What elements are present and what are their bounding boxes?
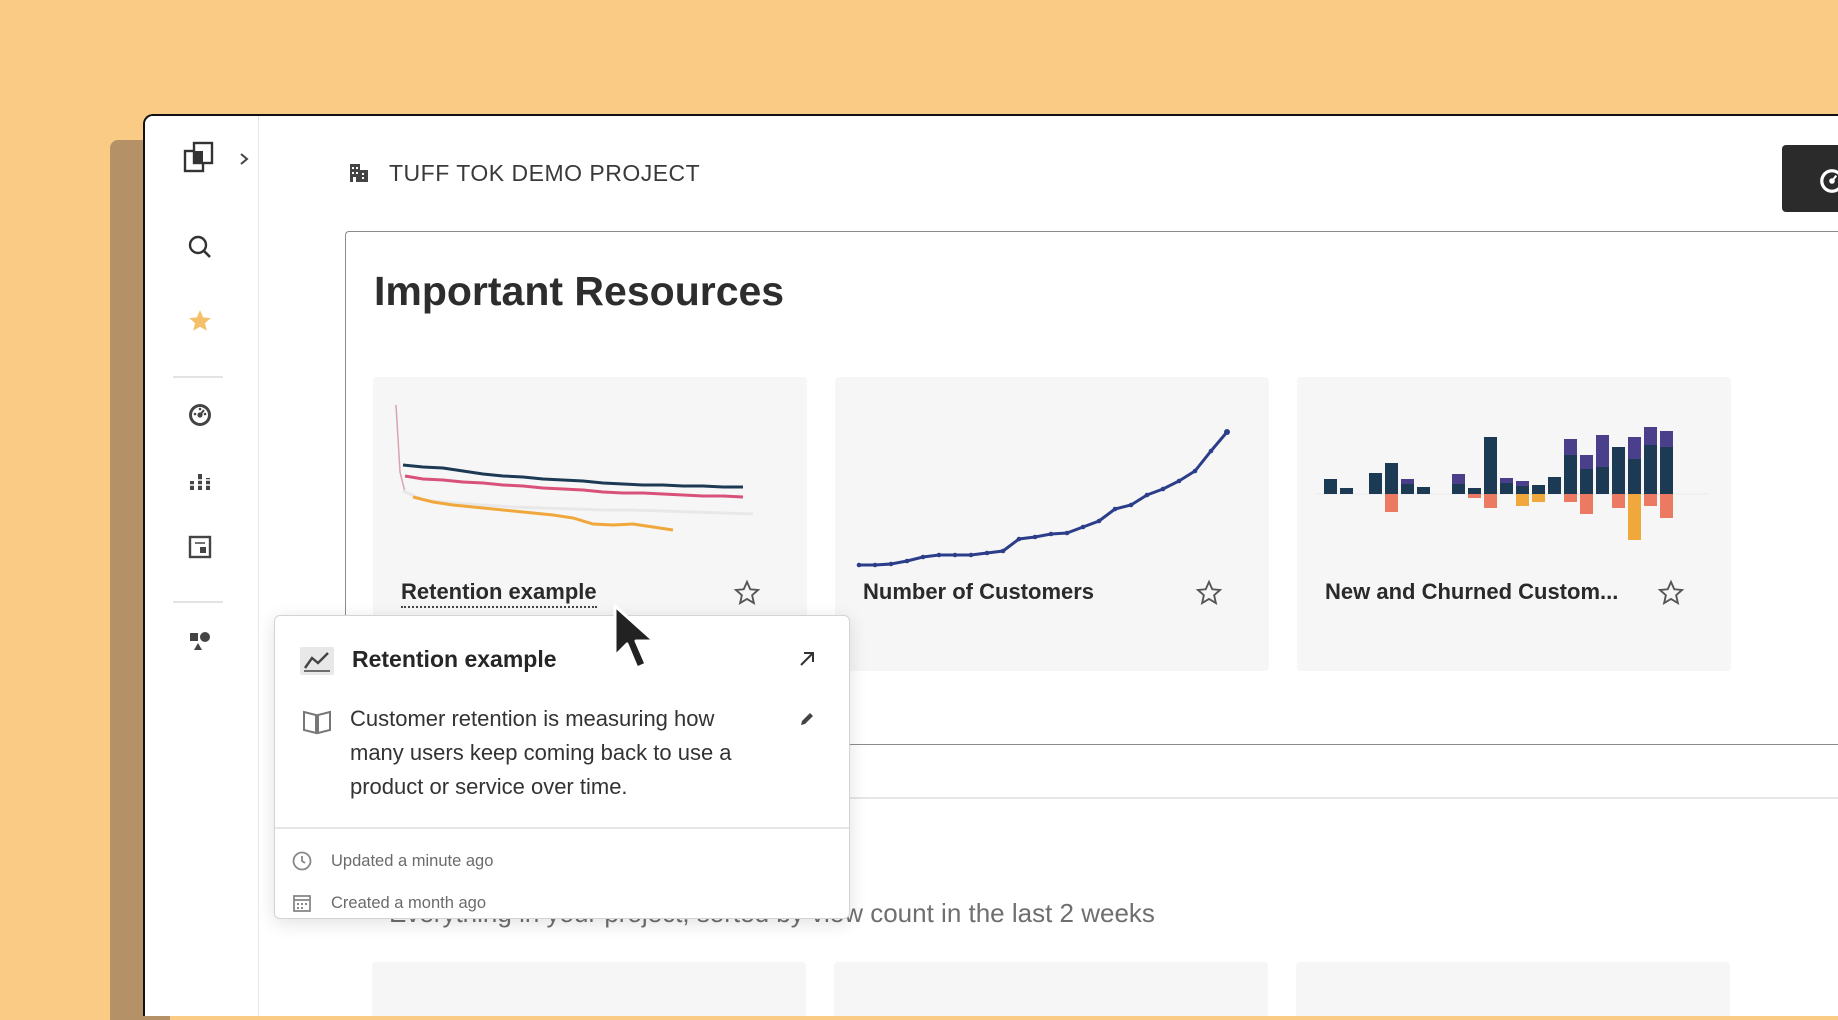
dashboard-gauge-icon[interactable] [185,400,215,430]
resource-card[interactable] [372,962,806,1016]
project-title[interactable]: TUFF TOK DEMO PROJECT [389,160,700,187]
bar-chart-icon[interactable] [185,466,215,496]
dashboard-button[interactable] [1782,145,1838,212]
created-timestamp: Created a month ago [331,894,487,912]
book-icon [303,710,331,735]
pencil-icon[interactable] [798,710,816,728]
card-label[interactable]: New and Churned Custom... [1325,579,1618,605]
card-label[interactable]: Retention example [401,579,597,608]
churn-bar-chart [1317,427,1707,540]
open-external-icon[interactable] [797,649,817,669]
calendar-icon [293,895,311,912]
sidebar [145,116,259,1016]
updated-timestamp: Updated a minute ago [331,852,494,870]
popup-description: Customer retention is measuring how many… [350,706,732,799]
mouse-cursor-icon [613,604,656,670]
resource-card[interactable] [834,962,1268,1016]
resource-preview-popup: Retention example Customer retention is … [274,615,850,919]
sidebar-divider [173,601,223,603]
chevron-right-icon[interactable] [237,152,251,166]
popup-divider [275,827,849,829]
resource-card-churned[interactable]: New and Churned Custom... [1297,377,1731,671]
resource-card[interactable] [1296,962,1730,1016]
search-icon[interactable] [185,232,215,262]
popup-title: Retention example [352,646,557,672]
card-label[interactable]: Number of Customers [863,579,1094,605]
star-icon[interactable] [185,306,215,336]
panel-title: Important Resources [374,268,785,314]
star-outline-icon[interactable] [1657,579,1685,607]
star-outline-icon[interactable] [733,579,761,607]
dashboard-gauge-icon [1820,169,1838,193]
star-outline-icon[interactable] [1195,579,1223,607]
shapes-icon[interactable] [185,626,215,656]
sidebar-divider [173,376,223,378]
resource-card-customers[interactable]: Number of Customers [835,377,1269,671]
line-chart-icon [300,647,334,675]
retention-line-chart [395,404,754,532]
app-logo-icon[interactable] [181,138,219,176]
customers-line-chart [856,429,1230,568]
building-icon [350,164,368,182]
report-icon[interactable] [185,532,215,562]
clock-icon [292,851,312,871]
